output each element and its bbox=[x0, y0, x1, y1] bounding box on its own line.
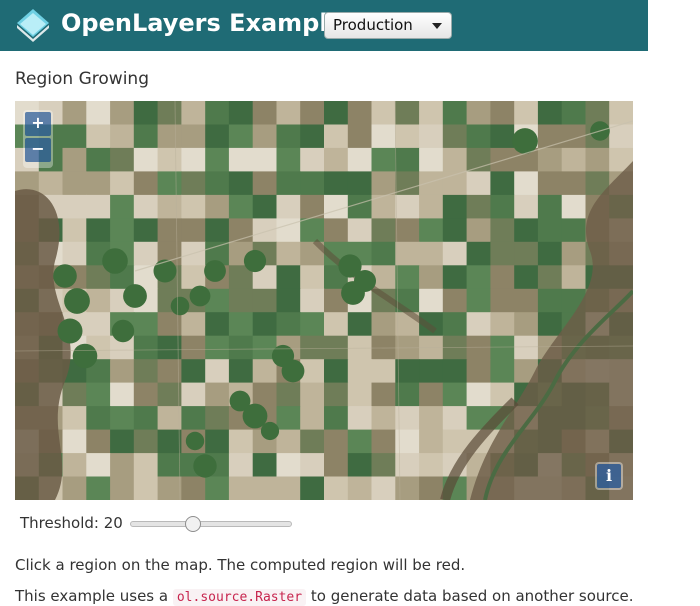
threshold-slider[interactable] bbox=[130, 516, 292, 532]
threshold-value: 20 bbox=[103, 514, 123, 532]
page-title: Region Growing bbox=[15, 69, 149, 89]
site-title[interactable]: OpenLayers Examples bbox=[61, 9, 358, 37]
version-select[interactable]: Production bbox=[324, 12, 452, 39]
threshold-label-text: Threshold: bbox=[20, 514, 99, 532]
threshold-label: Threshold: 20 bbox=[20, 514, 123, 532]
description-text: This example uses a ol.source.Raster to … bbox=[15, 587, 634, 606]
zoom-out-button[interactable]: − bbox=[25, 138, 51, 162]
description-prefix: This example uses a bbox=[15, 587, 169, 605]
description-suffix: to generate data based on another source… bbox=[310, 587, 634, 605]
map-viewport[interactable]: + − i bbox=[15, 101, 633, 500]
version-select-value: Production bbox=[333, 16, 413, 34]
attribution-button[interactable]: i bbox=[595, 462, 623, 490]
satellite-imagery[interactable] bbox=[15, 101, 633, 500]
chevron-down-icon bbox=[432, 23, 442, 29]
zoom-in-button[interactable]: + bbox=[25, 112, 51, 136]
slider-track[interactable] bbox=[130, 521, 292, 527]
code-snippet: ol.source.Raster bbox=[172, 589, 307, 606]
zoom-control: + − bbox=[23, 110, 53, 168]
openlayers-logo-icon[interactable] bbox=[14, 6, 52, 44]
navbar: OpenLayers Examples Production bbox=[0, 0, 648, 51]
instructions-text: Click a region on the map. The computed … bbox=[15, 556, 466, 574]
slider-thumb[interactable] bbox=[184, 516, 201, 532]
info-icon: i bbox=[597, 464, 621, 488]
